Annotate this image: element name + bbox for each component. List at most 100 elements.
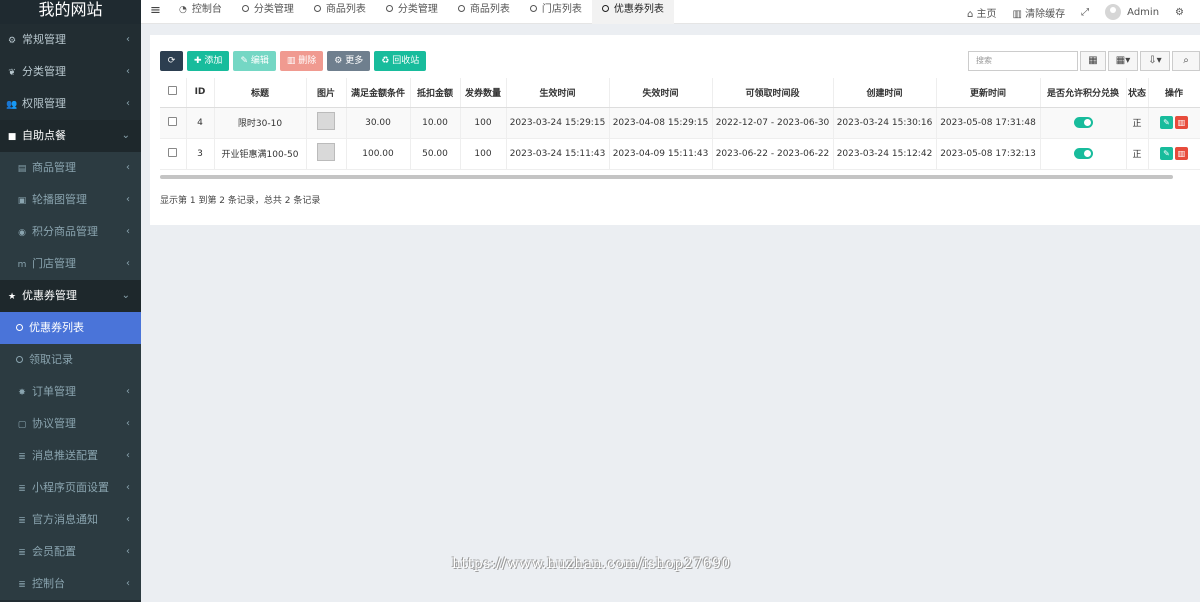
home-link[interactable]: ⌂ 主页 (967, 5, 997, 20)
cell-id: 3 (186, 138, 215, 170)
cell-period: 2023-06-22 - 2023-06-22 (712, 138, 834, 170)
recycle-bin-button[interactable]: ♻ 回收站 (374, 51, 427, 71)
edit-button[interactable]: ✎ 编辑 (233, 51, 276, 71)
chevron-left-icon: ‹ (126, 482, 130, 493)
header-updated[interactable]: 更新时间 (936, 78, 1041, 108)
header-status[interactable]: 状态 (1126, 78, 1149, 108)
nav-tab-label: 优惠券列表 (613, 4, 664, 15)
points-exchange-toggle[interactable] (1073, 117, 1093, 128)
sidebar-menu: ⚙ 常规管理 ‹ ❦ 分类管理 ‹ 👥 权限管理 ‹ ■ 自助点餐 ⌄ ▤ 商品管理 ‹ ▣ 轮播图管理 ‹ ◉ 积分… (0, 24, 141, 600)
circle-icon (385, 4, 393, 12)
delete-button[interactable]: ▥ 删除 (279, 51, 324, 71)
more-button[interactable]: ⚙ 更多 (327, 51, 371, 71)
select-all-cell[interactable] (160, 78, 187, 108)
site-logo[interactable]: 我的网站 (0, 0, 141, 24)
sidebar-item[interactable]: 领取记录 (0, 344, 141, 376)
fullscreen-icon[interactable]: ⤢ (1081, 7, 1089, 18)
header-points-exchange[interactable]: 是否允许积分兑换 (1040, 78, 1127, 108)
circle-icon (601, 4, 609, 12)
header-title[interactable]: 标题 (214, 78, 307, 108)
sidebar-item[interactable]: ◉ 积分商品管理 ‹ (0, 216, 141, 248)
header-image[interactable]: 图片 (306, 78, 347, 108)
nav-tab[interactable]: ◔ 控制台 (169, 0, 232, 24)
coupon-image[interactable] (317, 112, 335, 130)
header-end-time[interactable]: 失效时间 (609, 78, 713, 108)
header-period[interactable]: 可领取时间段 (712, 78, 834, 108)
sidebar-item[interactable]: ✸ 订单管理 ‹ (0, 376, 141, 408)
top-right-actions: ⌂ 主页 ▥ 清除缓存 ⤢ Admin ⚙ (967, 0, 1200, 24)
sidebar-item[interactable]: ■ 自助点餐 ⌄ (0, 120, 141, 152)
nav-tab[interactable]: 门店列表 (520, 0, 592, 24)
points-exchange-toggle[interactable] (1073, 148, 1093, 159)
table-row[interactable]: 4 限时30-10 30.00 10.00 100 2023-03-24 15:… (160, 107, 1200, 139)
sidebar-item[interactable]: ❦ 分类管理 ‹ (0, 56, 141, 88)
table-row[interactable]: 3 开业钜惠满100-50 100.00 50.00 100 2023-03-2… (160, 138, 1200, 170)
cell-end-time: 2023-04-08 15:29:15 (609, 107, 713, 139)
sidebar-item-label: 优惠券管理 (22, 289, 77, 302)
select-all-checkbox[interactable] (168, 86, 178, 96)
table-toolbar: ⟳ ✚ 添加 ✎ 编辑 ▥ 删除 ⚙ 更多 ♻ 回收站 (160, 51, 430, 71)
header-discount[interactable]: 抵扣金额 (410, 78, 461, 108)
sidebar-item[interactable]: ⚙ 常规管理 ‹ (0, 24, 141, 56)
list-icon: ≣ (18, 484, 26, 494)
search-toggle-button[interactable]: ⌕ (1172, 51, 1200, 71)
nav-tab[interactable]: 优惠券列表 (591, 0, 674, 24)
toggle-view-button[interactable]: ▦ (1080, 51, 1106, 71)
header-start-time[interactable]: 生效时间 (506, 78, 610, 108)
sidebar-item-label: 会员配置 (32, 545, 76, 558)
columns-button[interactable]: ▦▾ (1108, 51, 1138, 71)
cell-start-time: 2023-03-24 15:11:43 (506, 138, 610, 170)
export-icon: ⇩▾ (1148, 55, 1162, 66)
cutlery-icon: ■ (7, 132, 17, 142)
cell-updated: 2023-05-08 17:32:13 (936, 138, 1041, 170)
sidebar-item[interactable]: ≣ 官方消息通知 ‹ (0, 504, 141, 536)
sidebar-item-label: 小程序页面设置 (32, 481, 109, 494)
menu-toggle-icon[interactable]: ≡ (150, 3, 161, 18)
sidebar-item[interactable]: ≣ 会员配置 ‹ (0, 536, 141, 568)
sidebar-item-label: 权限管理 (22, 97, 66, 110)
row-checkbox[interactable] (168, 116, 178, 126)
sidebar-item[interactable]: ▤ 商品管理 ‹ (0, 152, 141, 184)
sidebar-item[interactable]: m 门店管理 ‹ (0, 248, 141, 280)
export-button[interactable]: ⇩▾ (1140, 51, 1170, 71)
nav-tab-label: 控制台 (191, 4, 222, 15)
header-count[interactable]: 发券数量 (460, 78, 507, 108)
sidebar-item-label: 领取记录 (29, 353, 73, 366)
nav-tab[interactable]: 商品列表 (304, 0, 376, 24)
sidebar-item-label: 自助点餐 (22, 129, 66, 142)
search-input[interactable]: 搜索 (968, 51, 1078, 71)
user-menu[interactable]: Admin (1105, 4, 1159, 20)
header-threshold[interactable]: 满足金额条件 (346, 78, 411, 108)
settings-gear-icon[interactable]: ⚙ (1175, 7, 1184, 18)
clear-cache-link[interactable]: ▥ 清除缓存 (1013, 5, 1066, 20)
row-delete-icon[interactable]: ▥ (1175, 147, 1188, 160)
home-icon: ⌂ (966, 8, 974, 20)
sidebar-item[interactable]: ▢ 协议管理 ‹ (0, 408, 141, 440)
nav-tab[interactable]: 分类管理 (232, 0, 304, 24)
row-delete-icon[interactable]: ▥ (1175, 116, 1188, 129)
refresh-button[interactable]: ⟳ (160, 51, 183, 71)
horizontal-scrollbar[interactable] (160, 175, 1173, 179)
coupon-image[interactable] (317, 143, 335, 161)
sidebar-item[interactable]: ≣ 控制台 ‹ (0, 568, 141, 600)
header-id[interactable]: ID (186, 78, 215, 108)
sidebar: 我的网站 ⚙ 常规管理 ‹ ❦ 分类管理 ‹ 👥 权限管理 ‹ ■ 自助点餐 ⌄ ▤ 商品管理 ‹ ▣ 轮播图管… (0, 0, 141, 602)
sidebar-item[interactable]: 优惠券列表 (0, 312, 141, 344)
star-icon: ★ (7, 292, 17, 302)
nav-tab-label: 分类管理 (253, 4, 294, 15)
row-edit-icon[interactable]: ✎ (1160, 116, 1173, 129)
sidebar-item[interactable]: ▣ 轮播图管理 ‹ (0, 184, 141, 216)
sidebar-item[interactable]: 👥 权限管理 ‹ (0, 88, 141, 120)
table-view-controls: ▦ ▦▾ ⇩▾ ⌕ (1080, 51, 1200, 71)
sidebar-item[interactable]: ≣ 消息推送配置 ‹ (0, 440, 141, 472)
add-button[interactable]: ✚ 添加 (187, 51, 230, 71)
header-created[interactable]: 创建时间 (833, 78, 937, 108)
row-checkbox[interactable] (168, 147, 178, 157)
nav-tab[interactable]: 分类管理 (376, 0, 448, 24)
sidebar-item-label: 消息推送配置 (32, 449, 98, 462)
row-edit-icon[interactable]: ✎ (1160, 147, 1173, 160)
gear-icon: ⚙ (334, 56, 343, 66)
nav-tab[interactable]: 商品列表 (448, 0, 520, 24)
sidebar-item[interactable]: ≣ 小程序页面设置 ‹ (0, 472, 141, 504)
sidebar-item[interactable]: ★ 优惠券管理 ⌄ (0, 280, 141, 312)
